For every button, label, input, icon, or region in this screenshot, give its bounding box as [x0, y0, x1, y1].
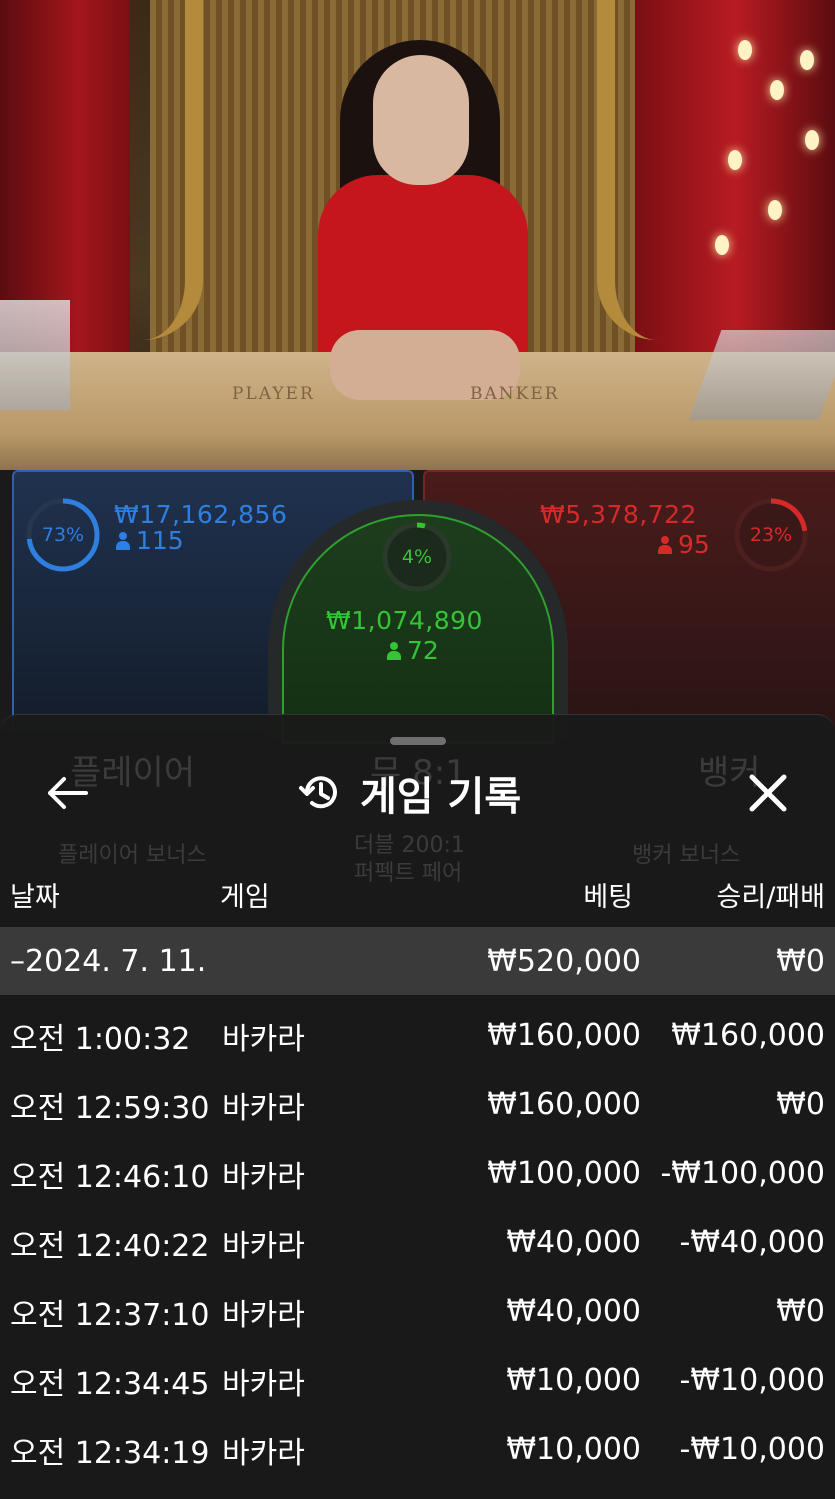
video-lamp	[768, 200, 782, 220]
row-result: -₩40,000	[679, 1225, 825, 1260]
sheet-drag-handle[interactable]	[390, 737, 446, 745]
video-lamp	[800, 50, 814, 70]
player-count-value: 115	[136, 526, 184, 555]
column-header-result: 승리/패배	[716, 882, 825, 913]
tie-percent: 4%	[401, 546, 433, 568]
row-game: 바카라	[222, 1021, 305, 1057]
banker-count-value: 95	[678, 530, 710, 559]
row-game: 바카라	[222, 1159, 305, 1195]
history-row[interactable]: 오전 12:34:19 바카라 ₩10,000 -₩10,000	[0, 1415, 835, 1484]
banker-percent: 23%	[749, 524, 793, 546]
video-arch-left	[95, 0, 203, 340]
video-lamp	[770, 80, 784, 100]
row-game: 바카라	[222, 1435, 305, 1471]
arrow-left-icon	[48, 777, 88, 809]
banker-bettor-count: 95	[658, 530, 710, 559]
history-row[interactable]: 오전 12:34:45 바카라 ₩10,000 -₩10,000	[0, 1346, 835, 1415]
history-row[interactable]: 오전 12:46:10 바카라 ₩100,000 -₩100,000	[0, 1139, 835, 1208]
row-game: 바카라	[222, 1366, 305, 1402]
close-button[interactable]	[744, 769, 792, 817]
video-arch-right	[597, 0, 675, 340]
player-percent: 73%	[41, 524, 85, 546]
row-time: 오전 12:59:30	[10, 1090, 210, 1126]
row-time: 오전 12:40:22	[10, 1228, 210, 1264]
history-row[interactable]: 오전 12:37:10 바카라 ₩40,000 ₩0	[0, 1277, 835, 1346]
row-result: ₩0	[776, 1087, 825, 1122]
table-label-player: PLAYER	[232, 384, 315, 404]
banker-total-bet: ₩5,378,722	[540, 500, 697, 529]
row-bet: ₩160,000	[487, 1018, 641, 1053]
date-group-row[interactable]: –2024. 7. 11. ₩520,000 ₩0	[0, 927, 835, 995]
history-clock-icon	[299, 776, 337, 809]
video-lamp	[715, 235, 729, 255]
tie-bettor-count: 72	[387, 636, 439, 665]
player-total-bet: ₩17,162,856	[114, 500, 288, 529]
back-button[interactable]	[44, 773, 90, 813]
table-label-banker: BANKER	[470, 384, 560, 404]
dealer-face	[373, 55, 469, 185]
game-history-sheet: 플레이어 무 8:1 뱅커 플레이어 보너스 더블 200:1 퍼펙트 페어 뱅…	[0, 714, 835, 1499]
tie-count-value: 72	[407, 636, 439, 665]
row-result: ₩160,000	[671, 1018, 825, 1053]
close-icon	[749, 774, 787, 812]
history-row[interactable]: 오전 12:40:22 바카라 ₩40,000 -₩40,000	[0, 1208, 835, 1277]
history-row[interactable]: 오전 12:59:30 바카라 ₩160,000 ₩0	[0, 1070, 835, 1139]
column-header-date: 날짜	[10, 882, 60, 913]
sheet-header: 게임 기록	[0, 755, 835, 831]
date-group-total-result: ₩0	[776, 943, 825, 979]
row-bet: ₩100,000	[487, 1156, 641, 1191]
row-time: 오전 12:34:45	[10, 1366, 210, 1402]
row-bet: ₩40,000	[506, 1225, 641, 1260]
row-bet: ₩160,000	[487, 1087, 641, 1122]
date-group-total-bet: ₩520,000	[487, 943, 641, 979]
bg-tie-side-2: 퍼펙트 페어	[354, 861, 463, 886]
bet-area: 73% ₩17,162,856 115 4% ₩1,074,890 72 23%…	[0, 470, 835, 744]
person-icon	[387, 641, 401, 660]
sheet-title-group: 게임 기록	[298, 767, 522, 820]
history-row[interactable]: 오전 1:00:32 바카라 ₩160,000 ₩160,000	[0, 1001, 835, 1070]
row-bet: ₩10,000	[506, 1363, 641, 1398]
live-video: PLAYER BANKER	[0, 0, 835, 470]
row-time: 오전 12:37:10	[10, 1297, 210, 1333]
row-result: -₩100,000	[660, 1156, 825, 1191]
video-lamp	[738, 40, 752, 60]
row-time: 오전 12:34:19	[10, 1435, 210, 1471]
row-bet: ₩40,000	[506, 1294, 641, 1329]
tie-total-bet: ₩1,074,890	[326, 606, 483, 635]
video-lamp	[805, 130, 819, 150]
row-game: 바카라	[222, 1228, 305, 1264]
bg-player-bonus: 플레이어 보너스	[58, 843, 207, 868]
row-game: 바카라	[222, 1090, 305, 1126]
column-header-bet: 베팅	[583, 882, 633, 913]
row-time: 오전 1:00:32	[10, 1021, 191, 1057]
video-lamp	[728, 150, 742, 170]
card-shoe-left	[0, 300, 70, 410]
person-icon	[116, 531, 130, 550]
person-icon	[658, 535, 672, 554]
date-group-date: –2024. 7. 11.	[10, 943, 207, 979]
row-bet: ₩10,000	[506, 1432, 641, 1467]
row-game: 바카라	[222, 1297, 305, 1333]
bg-banker-bonus: 뱅커 보너스	[632, 843, 741, 868]
row-result: -₩10,000	[679, 1432, 825, 1467]
row-result: ₩0	[776, 1294, 825, 1329]
row-result: -₩10,000	[679, 1363, 825, 1398]
row-time: 오전 12:46:10	[10, 1159, 210, 1195]
sheet-title: 게임 기록	[360, 774, 522, 820]
column-header-game: 게임	[220, 882, 270, 913]
player-bettor-count: 115	[116, 526, 184, 555]
